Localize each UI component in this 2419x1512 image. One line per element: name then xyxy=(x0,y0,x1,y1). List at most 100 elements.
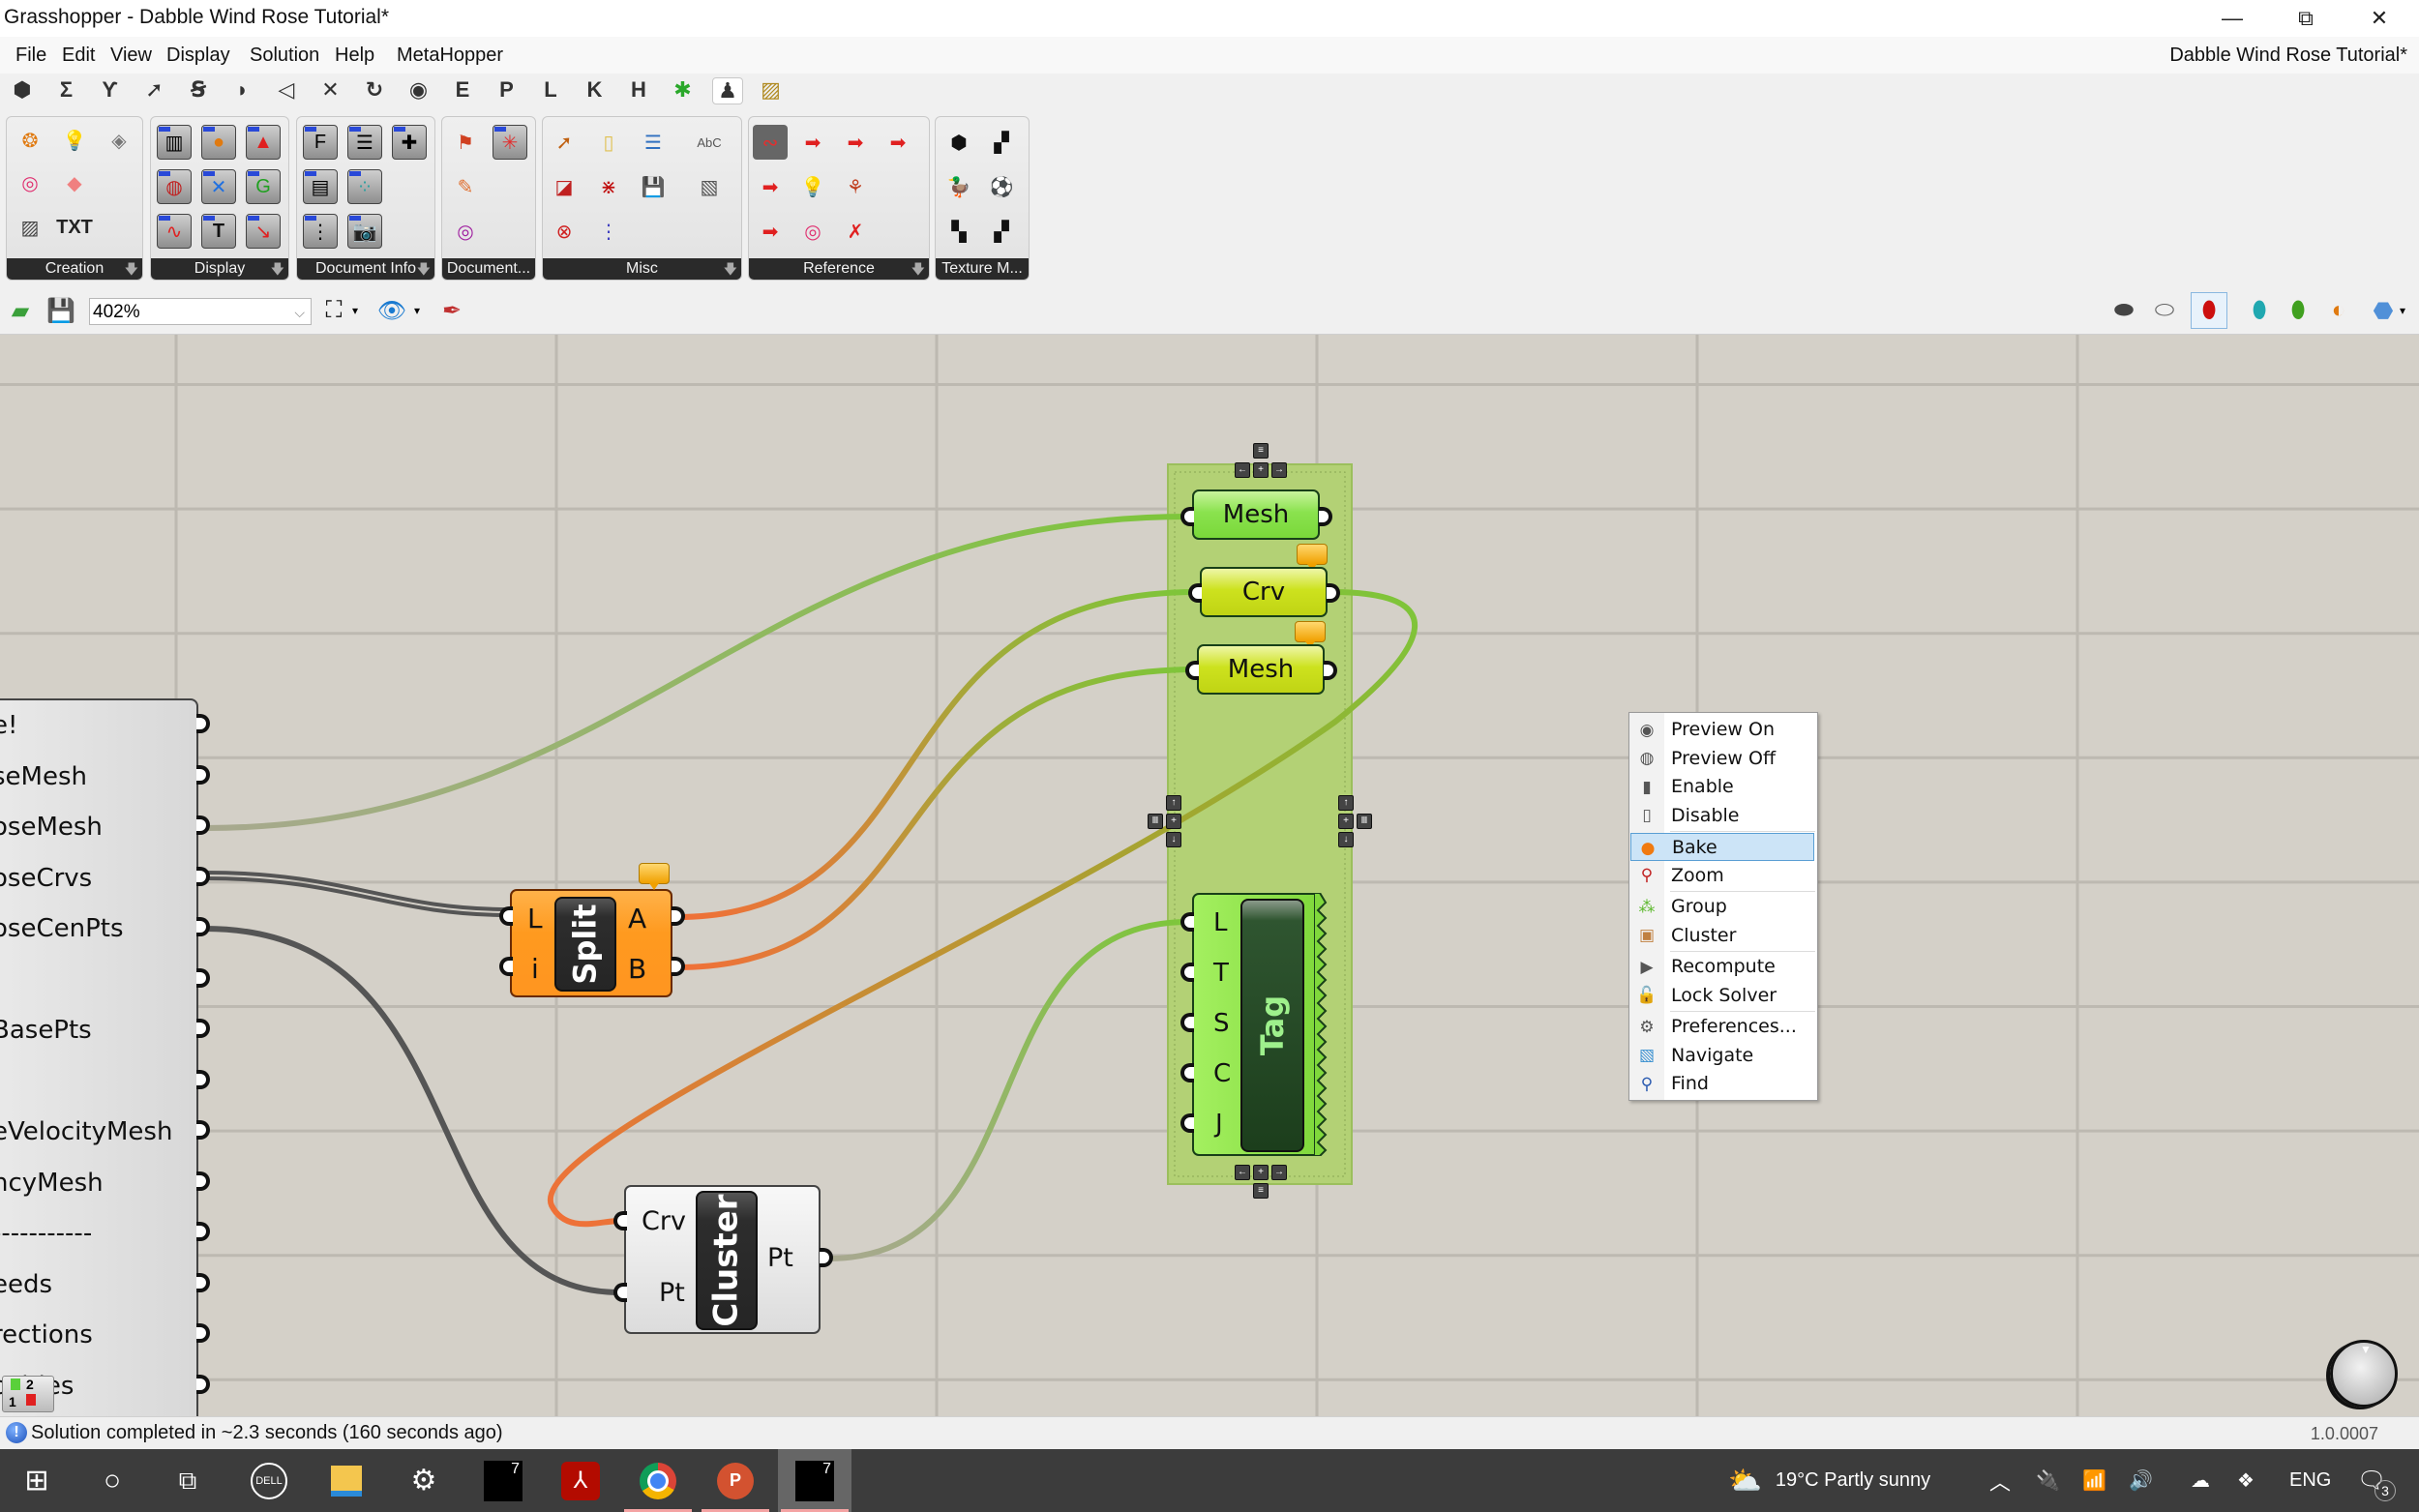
tab-l-tab[interactable]: L xyxy=(536,77,565,103)
crv-param[interactable]: Crv xyxy=(1200,567,1328,617)
document-preview-button[interactable]: ⬮ xyxy=(2282,294,2314,327)
menu-item-preferences[interactable]: ⚙ Preferences... xyxy=(1630,1013,1814,1041)
warning-bubble-icon[interactable] xyxy=(1295,621,1326,648)
menu-item-cluster[interactable]: ▣ Cluster xyxy=(1630,922,1814,950)
menu-item-navigate[interactable]: ▧ Navigate xyxy=(1630,1042,1814,1070)
group-down-right-button[interactable]: ↓ xyxy=(1338,832,1354,847)
linetypes-icon[interactable]: ☰ xyxy=(347,125,382,160)
eraser-icon[interactable]: ◪ xyxy=(547,169,582,204)
taskbar-acrobat[interactable]: ⅄ xyxy=(544,1449,617,1512)
menu-display[interactable]: Display xyxy=(161,43,236,69)
preview-eye-button[interactable]: 👁 xyxy=(375,294,408,327)
vector-arrow-tab[interactable]: ➚ xyxy=(140,77,169,103)
taskbar-settings[interactable]: ⚙ xyxy=(387,1449,461,1512)
pencil-icon[interactable]: ✎ xyxy=(448,169,483,204)
grid-icon[interactable]: ✚ xyxy=(392,125,427,160)
crv-param-input-grip[interactable] xyxy=(1188,583,1202,603)
group-center-button[interactable]: + xyxy=(1253,462,1269,478)
ref-object-icon[interactable]: ➡ xyxy=(753,169,788,204)
show-hidden-icons-button[interactable]: ︿ xyxy=(1989,1449,2011,1512)
surface-tab[interactable]: ◗ xyxy=(228,77,257,103)
group-shrink-left-button[interactable]: ← xyxy=(1235,462,1250,478)
list-window-icon[interactable]: ☰ xyxy=(636,125,671,160)
tab-p-tab[interactable]: P xyxy=(493,77,522,103)
wire-cluster-to-tag[interactable] xyxy=(827,919,1189,1261)
restore-button[interactable]: ⧉ xyxy=(2272,0,2340,37)
font-list-icon[interactable]: AbC xyxy=(692,125,727,160)
data-matching-widget[interactable]: 2 1 xyxy=(2,1376,54,1412)
menu-item-preview-on[interactable]: ◉ Preview On xyxy=(1630,716,1814,744)
sphere-icon[interactable]: ● xyxy=(201,125,236,160)
menu-item-lock-solver[interactable]: 🔓 Lock Solver xyxy=(1630,982,1814,1010)
menu-view[interactable]: View xyxy=(105,43,158,69)
group-down-left-button[interactable]: ↓ xyxy=(1166,832,1181,847)
network-button[interactable]: 📶 xyxy=(2082,1449,2106,1512)
duck-icon[interactable]: 🦆 xyxy=(941,169,976,204)
curve-display-icon[interactable]: ∿ xyxy=(157,214,192,249)
menu-item-group[interactable]: ⁂ Group xyxy=(1630,893,1814,921)
cluster-component[interactable]: Crv Pt Cluster Pt xyxy=(624,1185,821,1334)
grasshopper-tab[interactable]: ✱ xyxy=(669,77,698,103)
tag-input-l-grip[interactable] xyxy=(1180,912,1194,932)
minimize-button[interactable]: — xyxy=(2198,0,2266,37)
group-menu-button[interactable]: ≡ xyxy=(1253,443,1269,459)
language-indicator[interactable]: ENG xyxy=(2289,1449,2331,1512)
sets-tree-tab[interactable]: Ƴ xyxy=(96,77,125,103)
select-cursor-icon[interactable]: ➚ xyxy=(547,125,582,160)
mesh-tab[interactable]: ◁ xyxy=(272,77,301,103)
group-up-left-button[interactable]: ↑ xyxy=(1166,795,1181,811)
menu-item-bake[interactable]: ● Bake xyxy=(1630,833,1814,861)
colour-wheel-icon[interactable]: ◎ xyxy=(13,165,47,200)
group-up-right-button[interactable]: ↑ xyxy=(1338,795,1354,811)
group-mid-left-button[interactable]: + xyxy=(1166,814,1181,829)
text-arrow-icon[interactable]: ↘ xyxy=(246,214,281,249)
menu-metahopper[interactable]: MetaHopper xyxy=(391,43,509,69)
doc-capture-icon[interactable]: ✳ xyxy=(493,125,527,160)
delete-x-icon[interactable]: ⊗ xyxy=(547,214,582,249)
tag-input-c-grip[interactable] xyxy=(1180,1063,1194,1082)
custom-preview-icon[interactable]: ◈ xyxy=(102,123,136,158)
split-input-i-grip[interactable] xyxy=(499,957,513,976)
cylinder-map-icon[interactable]: ▚ xyxy=(941,214,976,249)
tag-component[interactable]: L T S C J Tag xyxy=(1192,893,1318,1156)
camera-icon[interactable]: 📷 xyxy=(347,214,382,249)
menu-item-zoom[interactable]: ⚲ Zoom xyxy=(1630,862,1814,890)
layout-icon[interactable]: ▤ xyxy=(303,169,338,204)
menu-item-preview-off[interactable]: ◍ Preview Off xyxy=(1630,745,1814,773)
flag-icon[interactable]: ⚑ xyxy=(448,125,483,160)
split-input-l-grip[interactable] xyxy=(499,906,513,926)
taskbar-rhino[interactable]: 7 xyxy=(466,1449,540,1512)
mesh-param-2[interactable]: Mesh xyxy=(1197,644,1325,695)
tab-k-tab[interactable]: K xyxy=(581,77,610,103)
cluster-input-pt-grip[interactable] xyxy=(613,1283,627,1302)
taskbar-powerpoint[interactable]: P xyxy=(699,1449,772,1512)
mesh-quality-button[interactable]: ◐ xyxy=(2322,294,2355,327)
box-map-icon[interactable]: ⬢ xyxy=(941,125,976,160)
taskbar-chrome[interactable] xyxy=(621,1449,695,1512)
mesh-param-2-input-grip[interactable] xyxy=(1185,661,1199,680)
menu-item-enable[interactable]: ▮ Enable xyxy=(1630,773,1814,801)
taskbar-dell[interactable]: DELL xyxy=(232,1449,306,1512)
materials-icon[interactable]: ⁘ xyxy=(347,169,382,204)
text-display-icon[interactable]: T xyxy=(201,214,236,249)
keys-icon[interactable]: ⋮ xyxy=(591,214,626,249)
grasshopper-canvas[interactable]: e! seMesh oseMesh oseCrvs oseCenPts BasePts eV… xyxy=(0,335,2419,1416)
start-button[interactable]: ⊞ xyxy=(0,1449,74,1512)
action-center-button[interactable]: 🗨 3 xyxy=(2357,1449,2396,1512)
preview-dropdown[interactable]: ▾ xyxy=(410,294,424,327)
task-view-button[interactable]: ⧉ xyxy=(151,1449,224,1512)
transform-tab[interactable]: ↻ xyxy=(360,77,389,103)
display-eye-tab[interactable]: ◉ xyxy=(404,77,433,103)
rings-icon[interactable]: ◎ xyxy=(448,214,483,249)
bars-icon[interactable]: ▥ xyxy=(157,125,192,160)
preview-options-button[interactable]: ⬣ xyxy=(2367,294,2400,327)
dropbox-button[interactable]: ❖ xyxy=(2237,1449,2255,1512)
ref-tree-icon[interactable]: ⚘ xyxy=(838,169,873,204)
menu-item-recompute[interactable]: ▶ Recompute xyxy=(1630,953,1814,981)
split-component[interactable]: L i Split A B xyxy=(510,889,672,997)
cluster-input-crv-grip[interactable] xyxy=(613,1211,627,1230)
xyz-icon[interactable]: ✕ xyxy=(201,169,236,204)
ref-colour-icon[interactable]: ◎ xyxy=(795,214,830,249)
warning-bubble-icon[interactable] xyxy=(639,863,670,890)
tag-text-icon[interactable]: G xyxy=(246,169,281,204)
